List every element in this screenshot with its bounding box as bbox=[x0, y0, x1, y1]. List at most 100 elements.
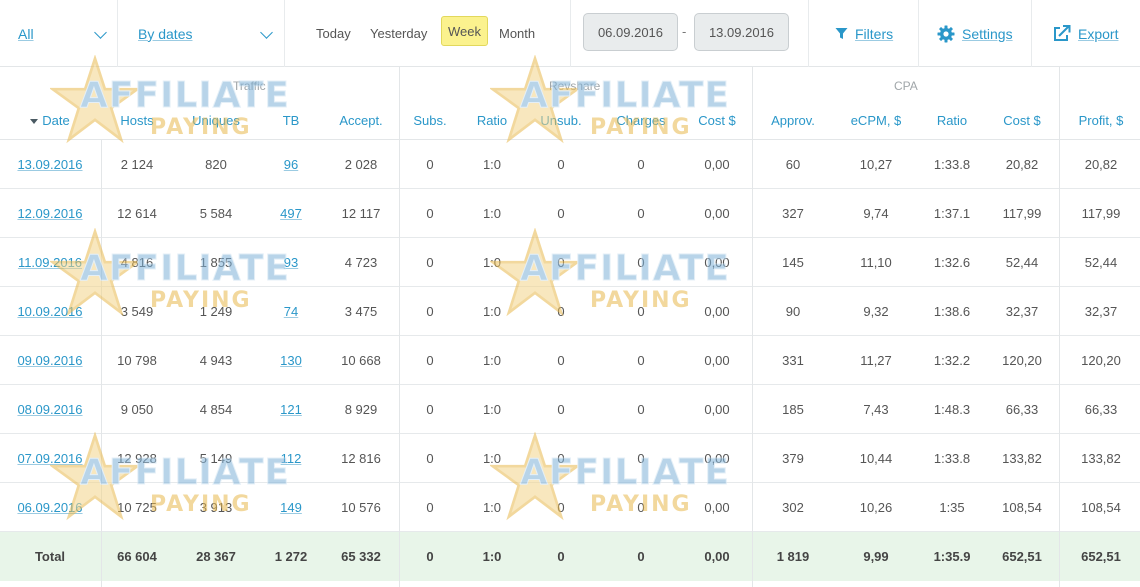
cell-cpa-ratio: 1:35 bbox=[939, 500, 965, 515]
total-cell-unsub: 0 bbox=[557, 549, 565, 564]
period-today[interactable]: Today bbox=[316, 0, 351, 67]
cell-unsub: 0 bbox=[557, 451, 565, 466]
cell-date[interactable]: 11.09.2016 bbox=[2, 238, 98, 287]
cell-profit: 117,99 bbox=[1081, 206, 1121, 221]
column-header-subs[interactable]: Subs. bbox=[402, 113, 458, 128]
cell-date[interactable]: 09.09.2016 bbox=[2, 336, 98, 385]
column-header-cost[interactable]: Cost $ bbox=[685, 113, 749, 128]
column-header-label: Date bbox=[42, 113, 70, 128]
cell-profit: 108,54 bbox=[1081, 500, 1121, 515]
column-header-charges[interactable]: Charges bbox=[609, 113, 673, 128]
column-header-ratio[interactable]: Ratio bbox=[467, 113, 517, 128]
column-group-row: Traffic Revshare CPA bbox=[0, 67, 1140, 103]
column-header-label: Charges bbox=[616, 113, 666, 128]
cell-charges: 0 bbox=[637, 353, 645, 368]
cell-cost: 0,00 bbox=[704, 206, 730, 221]
filters-button[interactable]: Filters bbox=[835, 0, 893, 67]
column-header-label: Hosts bbox=[120, 113, 154, 128]
cell-cpa-ratio: 1:33.8 bbox=[933, 451, 971, 466]
column-header-hosts[interactable]: Hosts bbox=[102, 113, 172, 128]
cell-tb[interactable]: 130 bbox=[266, 336, 316, 385]
cell-date[interactable]: 12.09.2016 bbox=[2, 189, 98, 238]
cell-tb[interactable]: 74 bbox=[266, 287, 316, 336]
cell-cpa-cost: 20,82 bbox=[1005, 157, 1039, 172]
column-header-label: eCPM, $ bbox=[850, 113, 902, 128]
settings-button[interactable]: Settings bbox=[937, 0, 1013, 67]
cell-uniques: 4 854 bbox=[199, 402, 233, 417]
column-header-ecpm[interactable]: eCPM, $ bbox=[841, 113, 911, 128]
date-from-input[interactable]: 06.09.2016 bbox=[583, 13, 678, 51]
cell-ratio: 1:0 bbox=[482, 255, 502, 270]
cell-uniques: 1 855 bbox=[199, 255, 233, 270]
cell-charges: 0 bbox=[637, 304, 645, 319]
cell-ecpm: 10,44 bbox=[859, 451, 893, 466]
cell-approv: 60 bbox=[785, 157, 801, 172]
cell-profit: 133,82 bbox=[1081, 451, 1121, 466]
range-select-label: By dates bbox=[138, 25, 193, 42]
cell-hosts: 12 928 bbox=[117, 451, 157, 466]
date-to-input[interactable]: 13.09.2016 bbox=[694, 13, 789, 51]
group-label-revshare: Revshare bbox=[549, 79, 601, 93]
cell-subs: 0 bbox=[426, 500, 434, 515]
column-header-cpa-cost[interactable]: Cost $ bbox=[989, 113, 1055, 128]
total-cell-approv: 1 819 bbox=[776, 549, 810, 564]
cell-cpa-cost: 66,33 bbox=[1005, 402, 1039, 417]
cell-date[interactable]: 06.09.2016 bbox=[2, 483, 98, 532]
cell-tb[interactable]: 497 bbox=[266, 189, 316, 238]
column-header-profit[interactable]: Profit, $ bbox=[1063, 113, 1139, 128]
column-header-tb[interactable]: TB bbox=[266, 113, 316, 128]
cell-ecpm: 7,43 bbox=[863, 402, 889, 417]
cell-subs: 0 bbox=[426, 255, 434, 270]
cell-charges: 0 bbox=[637, 157, 645, 172]
cell-cpa-cost: 117,99 bbox=[1002, 206, 1042, 221]
cell-uniques: 5 149 bbox=[199, 451, 233, 466]
stats-table: Traffic Revshare CPA Date Hosts Uniques TB A… bbox=[0, 67, 1140, 587]
table-row: 12.09.2016 12 614 5 584 497 12 117 0 1:0 0 0 0,00… bbox=[0, 189, 1140, 238]
cell-date[interactable]: 10.09.2016 bbox=[2, 287, 98, 336]
column-header-accept[interactable]: Accept. bbox=[326, 113, 396, 128]
cell-tb[interactable]: 93 bbox=[266, 238, 316, 287]
scope-select[interactable]: All bbox=[18, 0, 108, 67]
group-label-traffic: Traffic bbox=[233, 79, 266, 93]
cell-date[interactable]: 07.09.2016 bbox=[2, 434, 98, 483]
column-header-cpa-ratio[interactable]: Ratio bbox=[922, 113, 982, 128]
column-header-label: Ratio bbox=[936, 113, 968, 128]
period-month[interactable]: Month bbox=[499, 0, 535, 67]
cell-tb[interactable]: 149 bbox=[266, 483, 316, 532]
range-select[interactable]: By dates bbox=[138, 0, 274, 67]
cell-ratio: 1:0 bbox=[482, 157, 502, 172]
column-header-approv[interactable]: Approv. bbox=[758, 113, 828, 128]
cell-date[interactable]: 08.09.2016 bbox=[2, 385, 98, 434]
export-button[interactable]: Export bbox=[1053, 0, 1118, 67]
cell-date[interactable]: 13.09.2016 bbox=[2, 140, 98, 189]
cell-cpa-cost: 120,20 bbox=[1002, 353, 1042, 368]
cell-tb[interactable]: 96 bbox=[266, 140, 316, 189]
cell-unsub: 0 bbox=[557, 353, 565, 368]
sort-desc-icon bbox=[30, 119, 39, 125]
column-header-label: Ratio bbox=[476, 113, 508, 128]
cell-subs: 0 bbox=[426, 157, 434, 172]
cell-uniques: 4 943 bbox=[199, 353, 233, 368]
period-yesterday[interactable]: Yesterday bbox=[370, 0, 427, 67]
cell-accept: 12 117 bbox=[341, 206, 381, 221]
cell-cpa-cost: 52,44 bbox=[1005, 255, 1039, 270]
cell-cost: 0,00 bbox=[704, 353, 730, 368]
cell-accept: 4 723 bbox=[344, 255, 378, 270]
total-cell-cpa-cost: 652,51 bbox=[1002, 549, 1042, 564]
cell-profit: 20,82 bbox=[1084, 157, 1118, 172]
cell-profit: 66,33 bbox=[1084, 402, 1118, 417]
cell-accept: 3 475 bbox=[344, 304, 378, 319]
cell-accept: 10 576 bbox=[341, 500, 381, 515]
column-header-date[interactable]: Date bbox=[2, 113, 98, 128]
group-label-cpa: CPA bbox=[894, 79, 918, 93]
cell-accept: 8 929 bbox=[344, 402, 378, 417]
cell-ratio: 1:0 bbox=[482, 304, 502, 319]
table-row: 08.09.2016 9 050 4 854 121 8 929 0 1:0 0 0 0,00 18… bbox=[0, 385, 1140, 434]
column-header-unsub[interactable]: Unsub. bbox=[533, 113, 589, 128]
cell-tb[interactable]: 112 bbox=[266, 434, 316, 483]
period-week[interactable]: Week bbox=[441, 16, 488, 46]
cell-tb[interactable]: 121 bbox=[266, 385, 316, 434]
total-cell-ecpm: 9,99 bbox=[863, 549, 889, 564]
column-header-label: Uniques bbox=[192, 113, 240, 128]
column-header-uniques[interactable]: Uniques bbox=[181, 113, 251, 128]
